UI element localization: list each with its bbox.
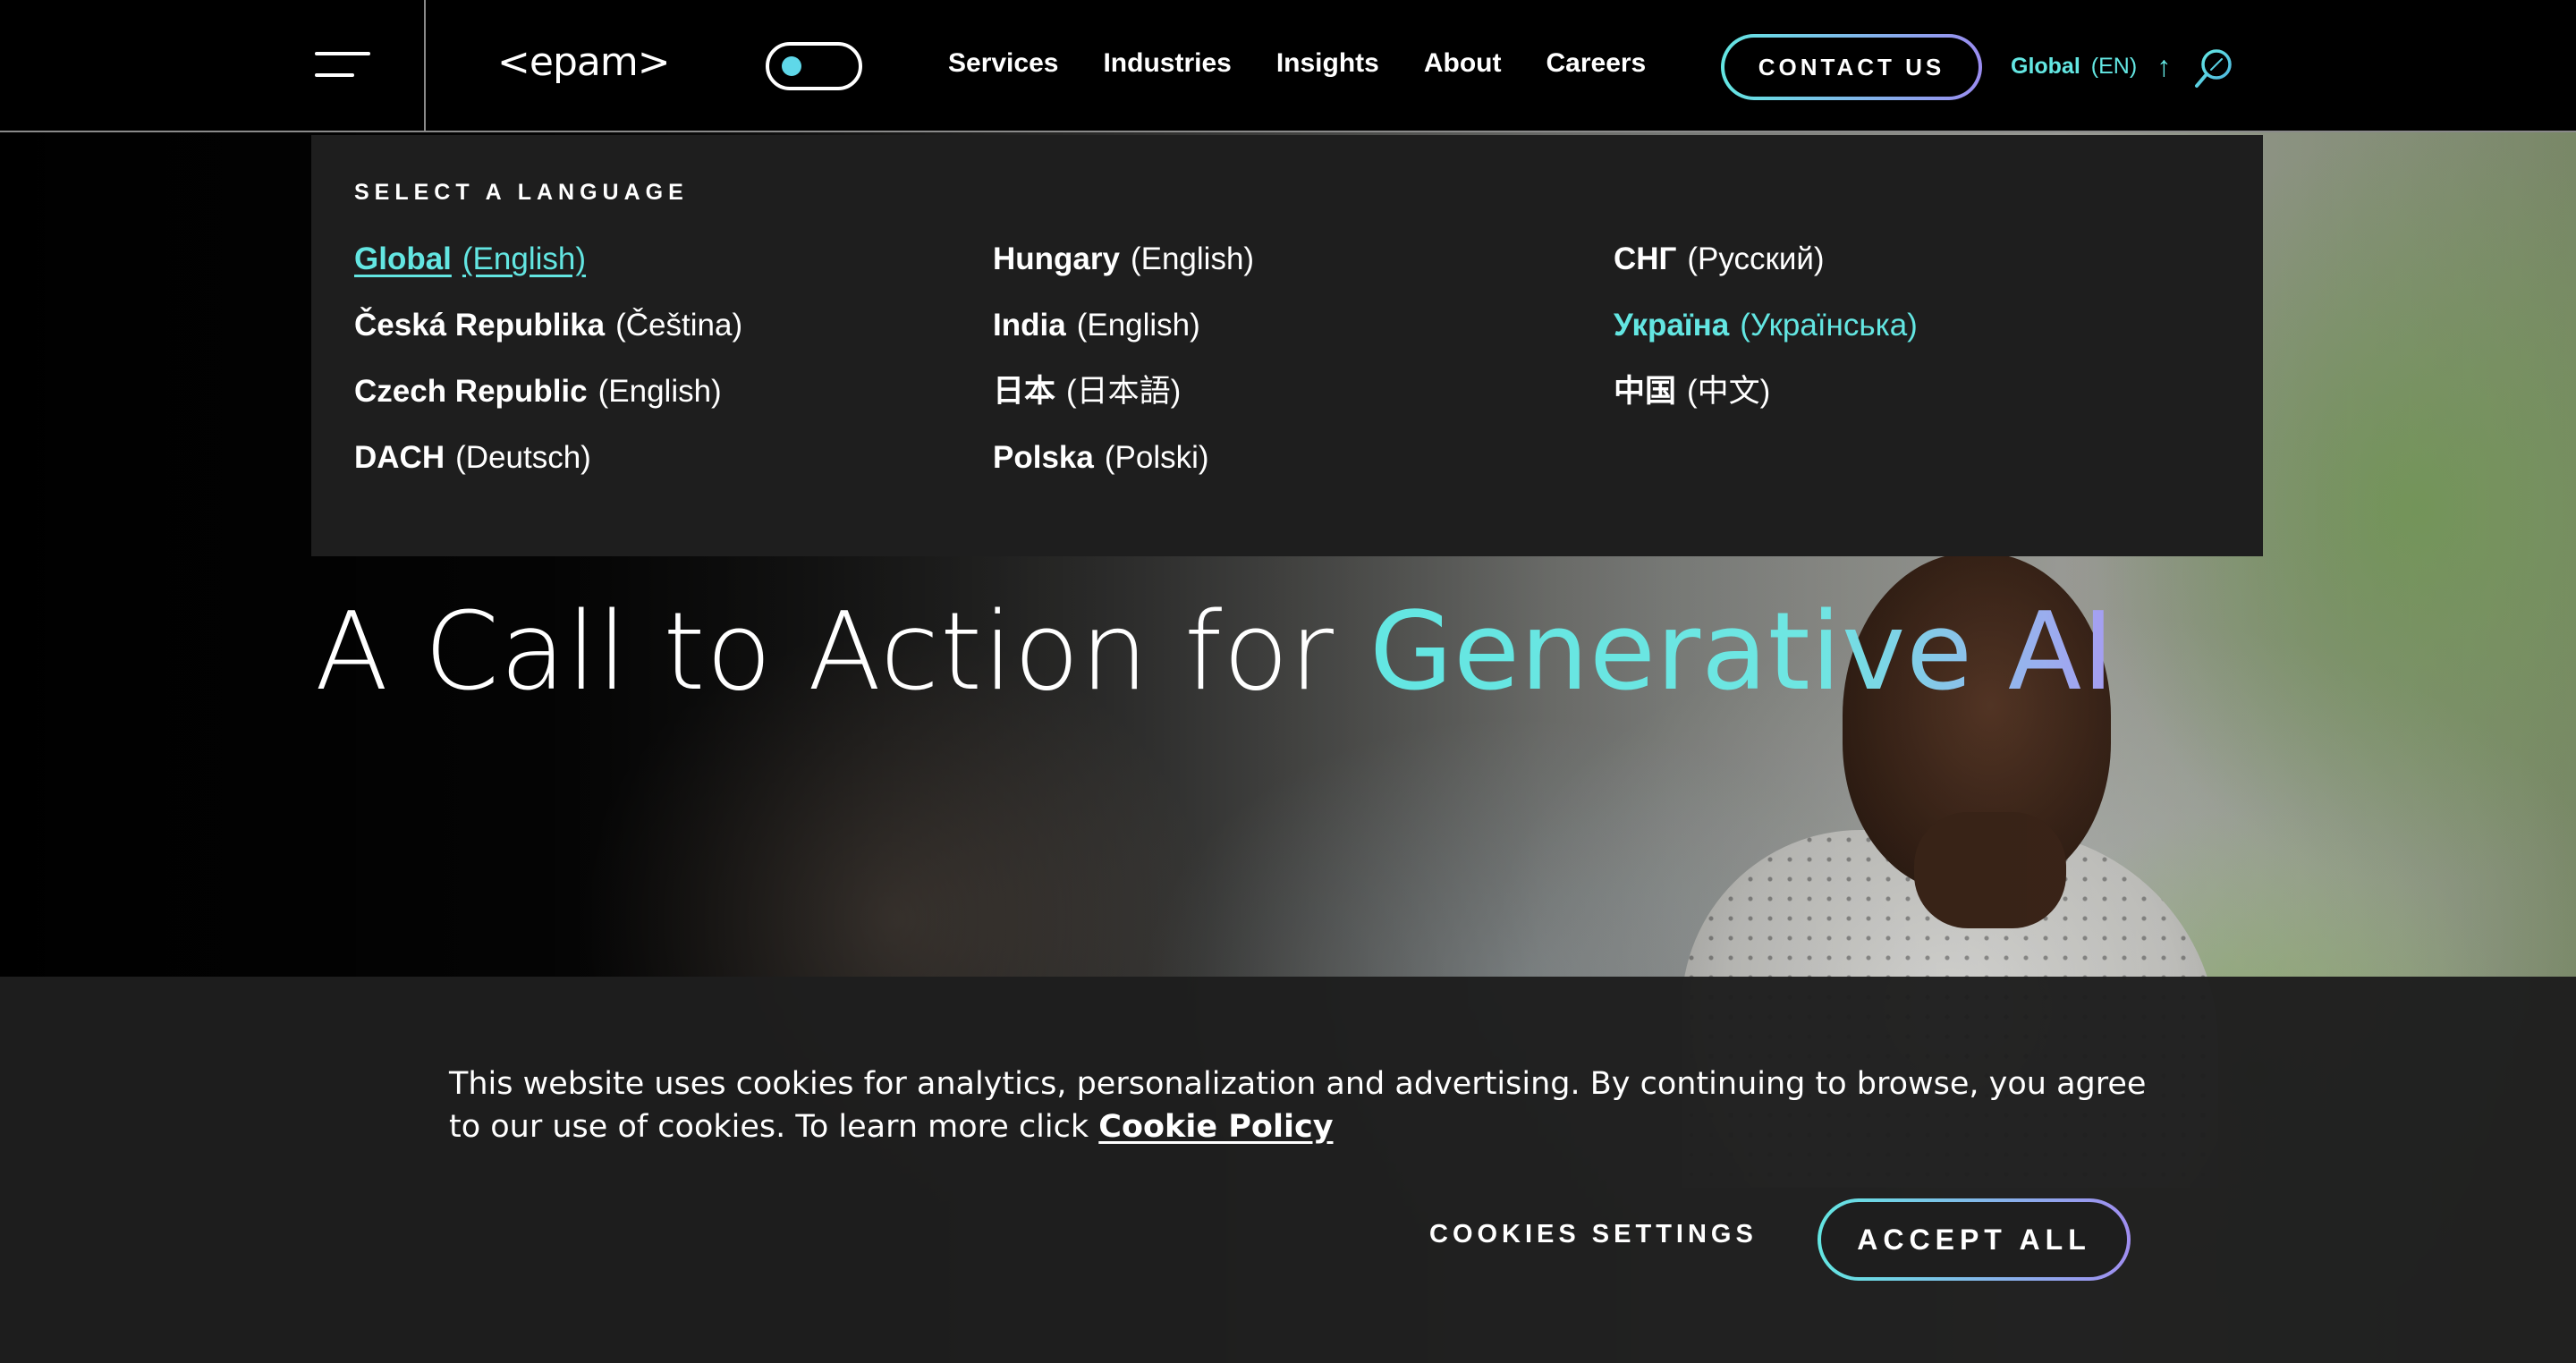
hamburger-menu-icon[interactable] [315, 52, 370, 79]
language-option-global[interactable]: Global (English) [354, 241, 742, 278]
language-option-india[interactable]: India (English) [993, 307, 1254, 344]
epam-logo[interactable]: <epam> [497, 39, 671, 85]
language-option-dach[interactable]: DACH (Deutsch) [354, 439, 742, 477]
language-switcher[interactable]: Global (EN) ↑ [2011, 52, 2171, 80]
hero-title-plain: A Call to Action for [315, 590, 1370, 715]
language-option-ukraine[interactable]: Україна (Українська) [1614, 307, 1918, 344]
cookie-banner: This website uses cookies for analytics,… [0, 977, 2576, 1363]
hero-title: A Call to Action for Generative AI [315, 590, 2115, 715]
arrow-up-icon: ↑ [2157, 50, 2172, 82]
header-divider [424, 0, 426, 132]
cookie-policy-link[interactable]: Cookie Policy [1098, 1109, 1333, 1145]
language-option-czech-republic[interactable]: Czech Republic (English) [354, 373, 742, 411]
language-option-cis[interactable]: СНГ (Русский) [1614, 241, 1918, 278]
language-option-china[interactable]: 中国 (中文) [1614, 373, 1918, 411]
site-header: <epam> Services Industries Insights Abou… [0, 0, 2576, 132]
search-icon[interactable] [2193, 47, 2236, 89]
language-select-panel: SELECT A LANGUAGE Global (English) Česká … [311, 135, 2263, 556]
accept-all-button[interactable]: ACCEPT ALL [1818, 1198, 2131, 1281]
nav-services[interactable]: Services [948, 48, 1058, 79]
language-option-hungary[interactable]: Hungary (English) [993, 241, 1254, 278]
theme-toggle[interactable] [766, 42, 862, 90]
nav-about[interactable]: About [1424, 48, 1502, 79]
nav-industries[interactable]: Industries [1103, 48, 1231, 79]
language-panel-title: SELECT A LANGUAGE [354, 180, 689, 205]
contact-us-button[interactable]: CONTACT US [1721, 34, 1982, 100]
language-code: (EN) [2090, 53, 2138, 79]
cookies-settings-button[interactable]: COOKIES SETTINGS [1429, 1220, 1758, 1249]
nav-careers[interactable]: Careers [1546, 48, 1646, 79]
language-column-1: Global (English) Česká Republika (Čeština)… [354, 241, 742, 477]
toggle-knob-icon [782, 56, 801, 76]
nav-insights[interactable]: Insights [1276, 48, 1379, 79]
language-region: Global [2011, 53, 2080, 79]
language-option-polska[interactable]: Polska (Polski) [993, 439, 1254, 477]
language-option-ceska-republika[interactable]: Česká Republika (Čeština) [354, 307, 742, 344]
language-option-japan[interactable]: 日本 (日本語) [993, 373, 1254, 411]
language-column-3: СНГ (Русский) Україна (Українська) 中国 (中文) [1614, 241, 1918, 411]
language-column-2: Hungary (English) India (English) 日本 (日本語) … [993, 241, 1254, 477]
cookie-message: This website uses cookies for analytics,… [449, 1062, 2166, 1148]
main-nav: Services Industries Insights About Caree… [948, 48, 1646, 79]
hero-title-accent: Generative AI [1369, 590, 2115, 715]
